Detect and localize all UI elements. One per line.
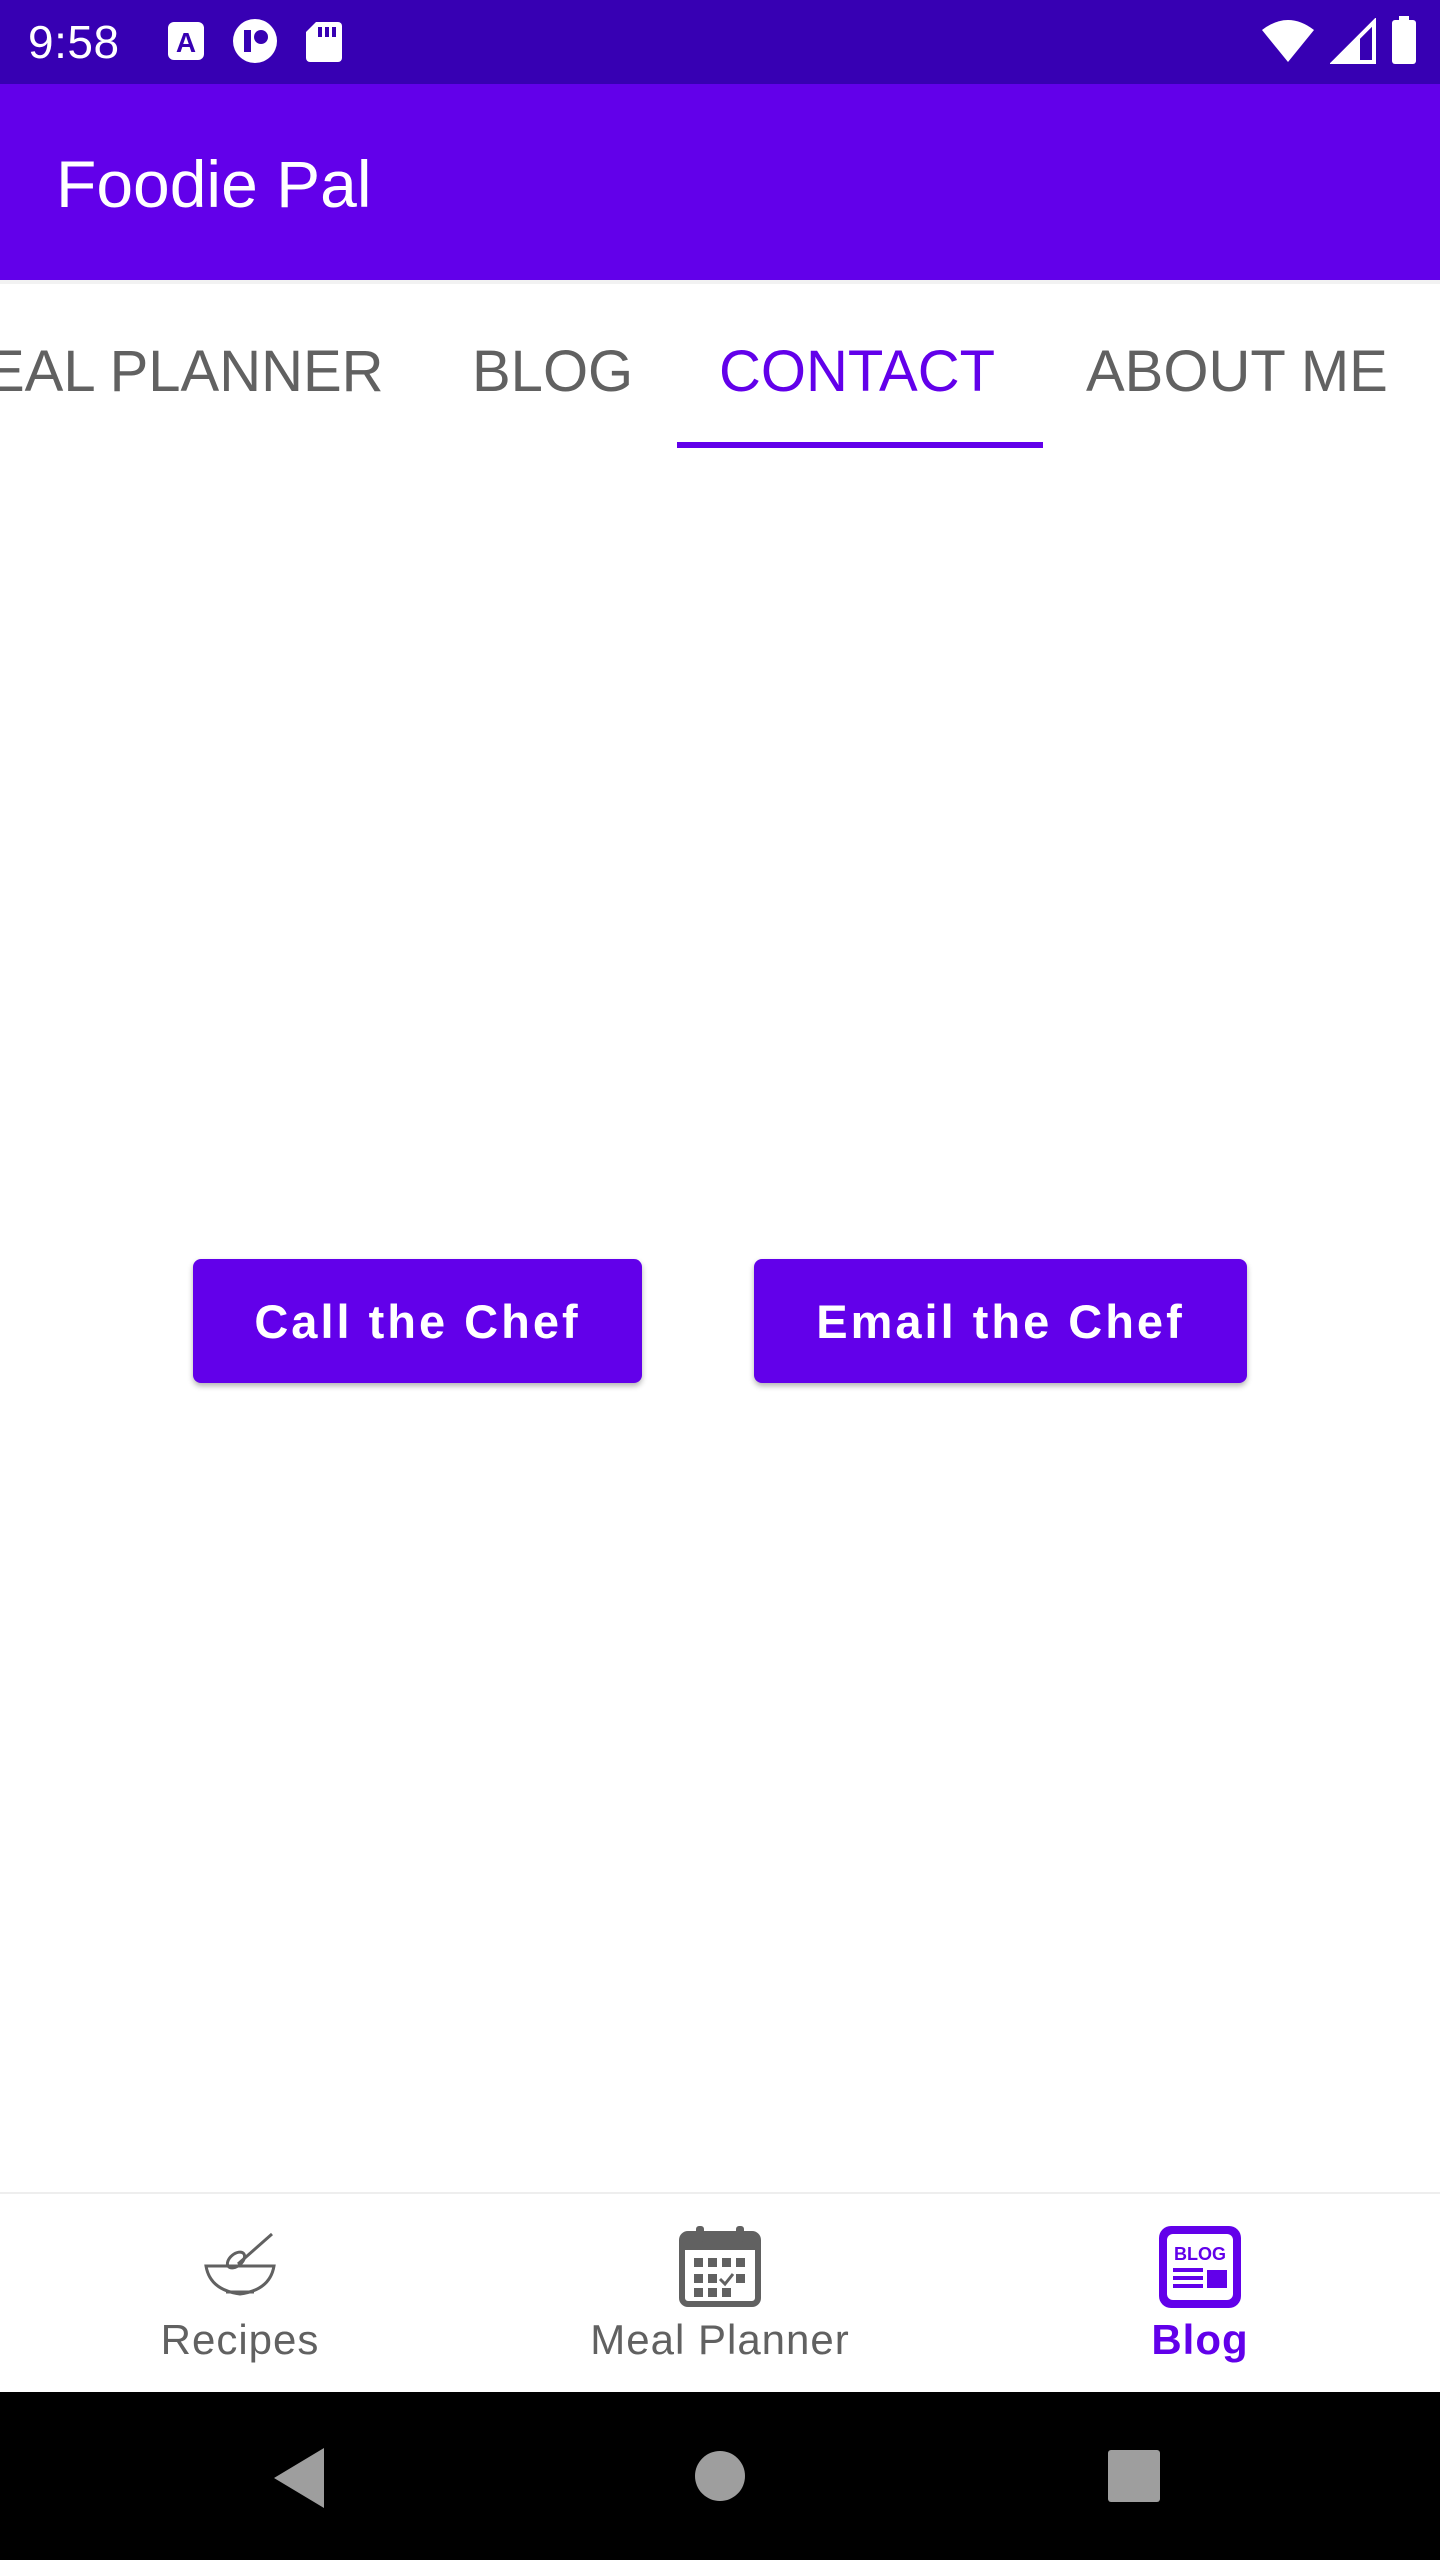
battery-icon xyxy=(1392,16,1416,64)
svg-text:BLOG: BLOG xyxy=(1174,2244,1226,2264)
a-box-icon: A xyxy=(168,22,204,60)
status-bar: 9:58 A xyxy=(0,0,1440,84)
app-title: Foodie Pal xyxy=(56,147,372,221)
tab-meal-planner[interactable]: EAL PLANNER xyxy=(0,332,384,412)
app-bar: Foodie Pal xyxy=(0,84,1440,280)
system-navigation-bar xyxy=(0,2392,1440,2560)
bottom-navigation: Recipes Meal Planner BLOG Blog xyxy=(0,2192,1440,2394)
home-icon[interactable] xyxy=(694,2450,746,2502)
tab-indicator xyxy=(677,442,1043,448)
vpn-icon xyxy=(233,19,277,63)
signal-icon xyxy=(1330,18,1376,64)
tab-about-me[interactable]: ABOUT ME xyxy=(1086,332,1388,412)
nav-label-blog: Blog xyxy=(1151,2316,1249,2363)
calendar-icon xyxy=(679,2226,761,2307)
nav-label-recipes: Recipes xyxy=(160,2316,320,2363)
notification-icons: A xyxy=(166,18,344,64)
nav-item-meal-planner[interactable]: Meal Planner xyxy=(480,2194,960,2394)
recents-icon[interactable] xyxy=(1108,2450,1160,2502)
tab-contact[interactable]: CONTACT xyxy=(719,332,995,412)
blog-icon: BLOG xyxy=(1159,2226,1241,2308)
svg-text:A: A xyxy=(176,27,196,58)
tab-bar: EAL PLANNER BLOG CONTACT ABOUT ME xyxy=(0,280,1440,452)
nav-item-blog[interactable]: BLOG Blog xyxy=(960,2194,1440,2394)
tab-blog[interactable]: BLOG xyxy=(472,332,633,412)
sd-card-icon xyxy=(306,22,342,62)
wifi-icon xyxy=(1262,20,1314,62)
call-chef-button[interactable]: Call the Chef xyxy=(193,1259,642,1383)
nav-item-recipes[interactable]: Recipes xyxy=(0,2194,480,2394)
status-time: 9:58 xyxy=(28,16,120,68)
back-icon[interactable] xyxy=(270,2446,330,2510)
nav-label-meal-planner: Meal Planner xyxy=(590,2316,850,2363)
email-chef-button[interactable]: Email the Chef xyxy=(754,1259,1247,1383)
system-status-icons xyxy=(1260,16,1418,66)
whisk-bowl-icon xyxy=(204,2232,276,2296)
